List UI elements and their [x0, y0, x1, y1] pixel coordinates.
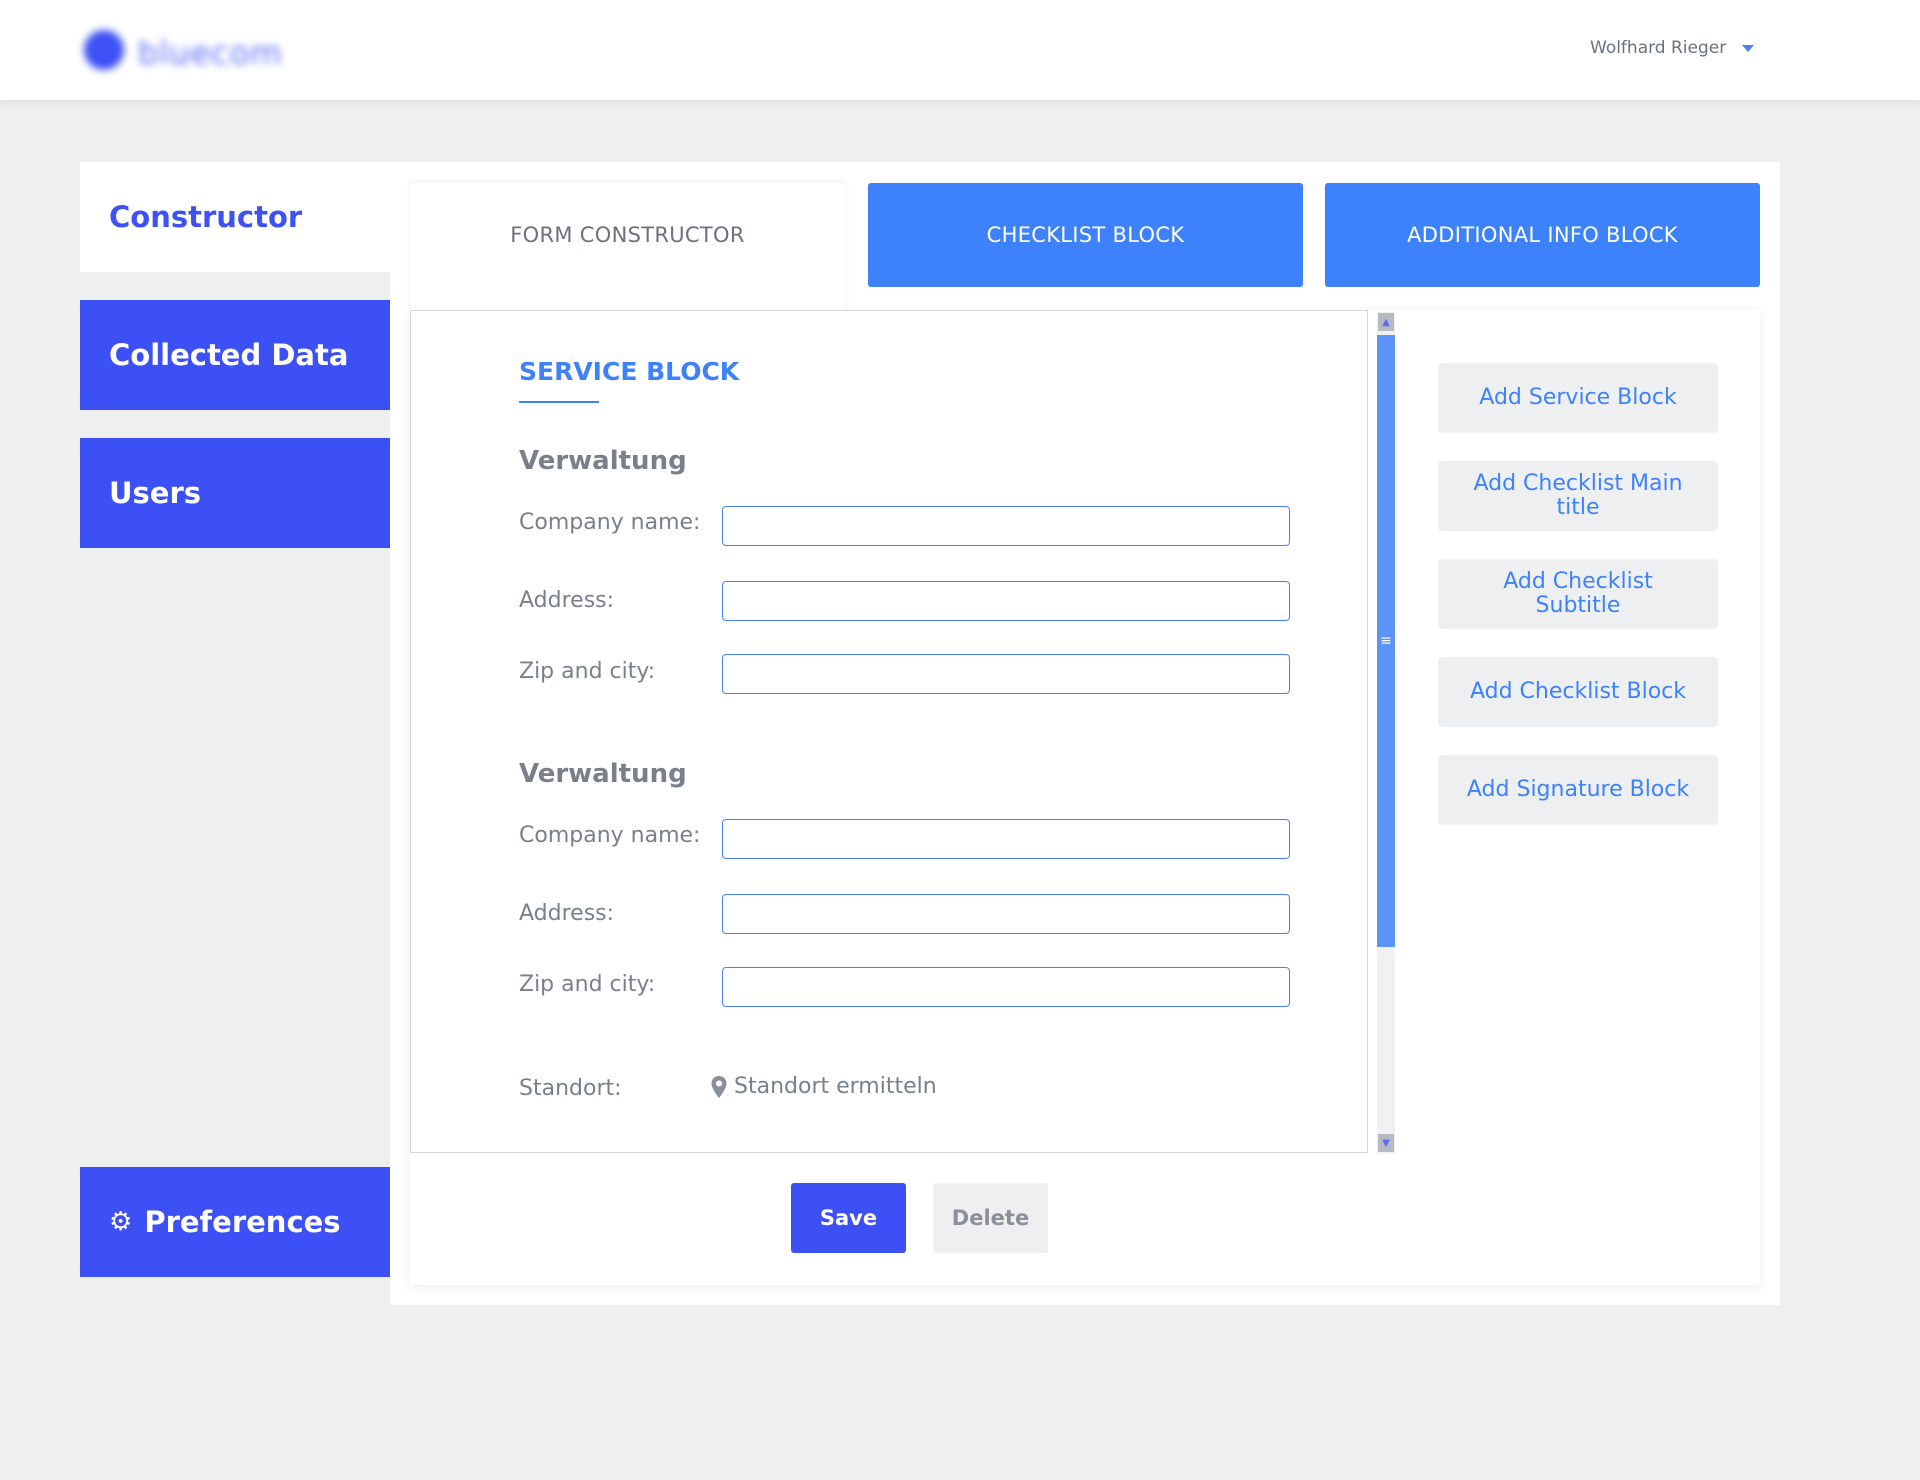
locate-button[interactable]: Standort ermitteln — [710, 1074, 937, 1099]
address-label: Address: — [519, 901, 615, 926]
sidebar-item-users[interactable]: Users — [80, 438, 390, 548]
zip-city-label: Zip and city: — [519, 972, 656, 997]
section-title: SERVICE BLOCK — [519, 357, 740, 386]
group-title: Verwaltung — [519, 446, 687, 476]
company-name-label: Company name: — [519, 823, 701, 848]
user-menu[interactable]: Wolfhard Rieger — [1590, 34, 1755, 62]
zip-city-label: Zip and city: — [519, 659, 656, 684]
button-label: Add Checklist Main title — [1473, 471, 1683, 520]
zip-city-input[interactable] — [722, 654, 1290, 694]
group-title: Verwaltung — [519, 759, 687, 789]
scroll-up-icon[interactable]: ▲ — [1378, 313, 1394, 331]
address-input[interactable] — [722, 894, 1290, 934]
sidebar-item-constructor[interactable]: Constructor — [80, 162, 390, 272]
tab-form-constructor[interactable]: FORM CONSTRUCTOR — [410, 183, 845, 310]
address-input[interactable] — [722, 581, 1290, 621]
scrollbar-thumb[interactable]: ≡ — [1377, 335, 1395, 947]
chevron-down-icon — [1742, 44, 1755, 52]
company-name-input[interactable] — [722, 819, 1290, 859]
sidebar-item-label: Preferences — [144, 1205, 341, 1239]
grip-icon: ≡ — [1380, 633, 1392, 649]
company-name-input[interactable] — [722, 506, 1290, 546]
sidebar-item-label: Constructor — [109, 200, 303, 234]
sidebar-item-label: Collected Data — [109, 338, 349, 372]
button-label: Delete — [951, 1206, 1030, 1230]
save-button[interactable]: Save — [791, 1183, 906, 1253]
add-signature-block-button[interactable]: Add Signature Block — [1438, 755, 1718, 825]
gear-icon: ⚙ — [109, 1207, 133, 1237]
tab-checklist-block[interactable]: CHECKLIST BLOCK — [868, 183, 1303, 287]
tab-label: CHECKLIST BLOCK — [986, 223, 1185, 247]
delete-button[interactable]: Delete — [933, 1183, 1048, 1253]
map-pin-icon — [711, 1075, 727, 1098]
button-label: Save — [819, 1206, 878, 1230]
tab-label: FORM CONSTRUCTOR — [510, 223, 745, 247]
scroll-down-icon[interactable]: ▼ — [1378, 1134, 1394, 1152]
sidebar-item-preferences[interactable]: ⚙ Preferences — [80, 1167, 390, 1277]
section-underline — [519, 401, 599, 403]
top-header: bluecom Wolfhard Rieger — [0, 0, 1920, 100]
locate-label: Standort ermitteln — [734, 1074, 937, 1099]
tab-label: ADDITIONAL INFO BLOCK — [1407, 223, 1678, 247]
button-label: Add Signature Block — [1466, 777, 1690, 802]
button-label: Add Checklist Subtitle — [1503, 569, 1653, 618]
form-scroll-area[interactable] — [410, 310, 1368, 1153]
sidebar-item-label: Users — [109, 476, 202, 510]
location-label: Standort: — [519, 1076, 622, 1101]
logo-mark-icon — [84, 30, 124, 70]
tab-additional-info-block[interactable]: ADDITIONAL INFO BLOCK — [1325, 183, 1760, 287]
logo[interactable]: bluecom — [82, 26, 312, 74]
add-service-block-button[interactable]: Add Service Block — [1438, 363, 1718, 433]
zip-city-input[interactable] — [722, 967, 1290, 1007]
add-checklist-block-button[interactable]: Add Checklist Block — [1438, 657, 1718, 727]
button-label: Add Checklist Block — [1469, 679, 1687, 704]
address-label: Address: — [519, 588, 615, 613]
user-name: Wolfhard Rieger — [1590, 38, 1727, 58]
sidebar-item-collected-data[interactable]: Collected Data — [80, 300, 390, 410]
button-label: Add Service Block — [1479, 385, 1677, 410]
logo-text: bluecom — [138, 34, 283, 72]
add-checklist-main-title-button[interactable]: Add Checklist Main title — [1438, 461, 1718, 531]
add-checklist-subtitle-button[interactable]: Add Checklist Subtitle — [1438, 559, 1718, 629]
company-name-label: Company name: — [519, 510, 701, 535]
